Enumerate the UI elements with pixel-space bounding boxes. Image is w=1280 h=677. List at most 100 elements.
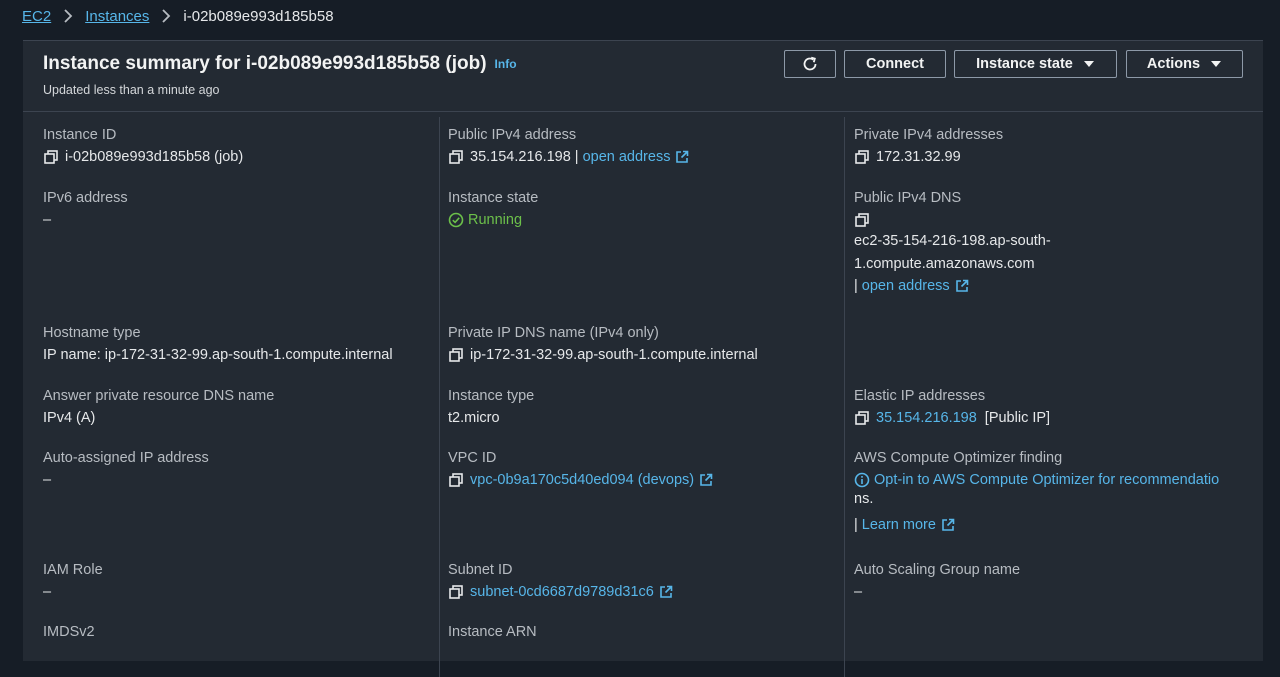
details-column-3: Private IPv4 addresses 172.31.32.99 Publ… [834,112,1263,672]
private-dns-field: Private IP DNS name (IPv4 only) ip-172-3… [448,325,758,363]
external-link-icon[interactable] [659,585,673,599]
public-dns-line-2: 1.compute.amazonaws.com [854,256,1035,272]
optimizer-label: AWS Compute Optimizer finding [854,450,1063,466]
private-dns-value: ip-172-31-32-99.ap-south-1.compute.inter… [470,347,758,363]
vpc-id-link[interactable]: vpc-0b9a170c5d40ed094 (devops) [470,472,694,488]
subnet-id-label: Subnet ID [448,562,513,578]
instance-type-value: t2.micro [448,410,500,426]
elastic-ip-suffix: [Public IP] [984,410,1051,426]
caret-down-icon [1210,60,1222,68]
copy-icon[interactable] [448,584,464,600]
copy-icon[interactable] [854,410,870,426]
instance-id-value: i-02b089e993d185b58 (job) [65,149,244,165]
instance-state-dropdown[interactable]: Instance state [954,50,1117,78]
instance-state-field-label: Instance state [448,190,539,206]
instance-id-label: Instance ID [43,127,117,143]
info-link[interactable]: Info [495,57,517,71]
actions-label: Actions [1146,56,1201,72]
vpc-id-label: VPC ID [448,450,497,466]
separator: | [854,517,858,533]
instance-arn-label: Instance ARN [448,624,537,640]
elastic-ip-link[interactable]: 35.154.216.198 [876,410,977,426]
connect-button[interactable]: Connect [844,50,946,78]
private-dns-label: Private IP DNS name (IPv4 only) [448,325,659,341]
details-column-1: Instance ID i-02b089e993d185b58 (job) IP… [23,112,439,672]
refresh-button[interactable] [784,50,836,78]
subnet-id-field: Subnet ID subnet-0cd6687d9789d31c6 [448,562,673,600]
instance-type-label: Instance type [448,388,535,404]
hostname-type-field: Hostname type IP name: ip-172-31-32-99.a… [43,325,393,363]
iam-role-field: IAM Role – [43,562,103,600]
copy-icon[interactable] [448,347,464,363]
updated-timestamp: Updated less than a minute ago [43,83,220,97]
breadcrumb-current: i-02b089e993d185b58 [183,7,334,25]
elastic-ip-label: Elastic IP addresses [854,388,986,404]
open-dns-address-link[interactable]: open address [862,278,950,294]
hostname-type-label: Hostname type [43,325,141,341]
optimizer-field: AWS Compute Optimizer finding Opt-in to … [854,450,1219,533]
private-ipv4-field: Private IPv4 addresses 172.31.32.99 [854,127,1003,165]
auto-ip-value: – [43,472,52,488]
iam-role-value: – [43,584,52,600]
details-column-2: Public IPv4 address 35.154.216.198 | ope… [428,112,833,672]
breadcrumb-instances-link[interactable]: Instances [85,8,149,25]
copy-icon[interactable] [43,149,59,165]
instance-state-label: Instance state [976,56,1073,72]
subnet-id-link[interactable]: subnet-0cd6687d9789d31c6 [470,584,654,600]
ipv6-label: IPv6 address [43,190,128,206]
copy-icon[interactable] [448,149,464,165]
imdsv2-field: IMDSv2 [43,624,95,640]
check-circle-icon [448,212,464,228]
auto-ip-label: Auto-assigned IP address [43,450,209,466]
answer-dns-field: Answer private resource DNS name IPv4 (A… [43,388,274,426]
instance-type-field: Instance type t2.micro [448,388,534,426]
learn-more-link[interactable]: Learn more [862,517,936,533]
auto-ip-field: Auto-assigned IP address – [43,450,209,488]
breadcrumb: EC2 Instances i-02b089e993d185b58 [22,6,334,26]
public-ipv4-value: 35.154.216.198 [470,149,571,165]
answer-dns-label: Answer private resource DNS name [43,388,275,404]
external-link-icon[interactable] [955,279,969,293]
asg-name-value: – [854,584,863,600]
refresh-icon [801,55,819,73]
public-dns-line-1: ec2-35-154-216-198.ap-south- [854,233,1051,249]
public-ipv4-label: Public IPv4 address [448,127,577,143]
public-ipv4-field: Public IPv4 address 35.154.216.198 | ope… [448,127,689,165]
answer-dns-value: IPv4 (A) [43,410,96,426]
public-dns-label: Public IPv4 DNS [854,190,962,206]
breadcrumb-ec2-link[interactable]: EC2 [22,8,51,25]
optimizer-opt-in-link-line-2[interactable]: ns. [854,488,1219,511]
asg-name-field: Auto Scaling Group name – [854,562,1020,600]
caret-down-icon [1083,60,1095,68]
copy-icon[interactable] [854,149,870,165]
actions-dropdown[interactable]: Actions [1126,50,1243,78]
external-link-icon[interactable] [941,518,955,532]
elastic-ip-field: Elastic IP addresses 35.154.216.198 [Pub… [854,388,1050,426]
external-link-icon[interactable] [675,150,689,164]
instance-state-value: Running [468,212,523,228]
public-dns-field: Public IPv4 DNS ec2-35-154-216-198.ap-so… [854,190,1051,294]
instance-state-field: Instance state Running [448,190,538,228]
chevron-right-icon [159,9,173,23]
copy-icon[interactable] [448,472,464,488]
hostname-type-value: IP name: ip-172-31-32-99.ap-south-1.comp… [43,347,393,363]
imdsv2-label: IMDSv2 [43,624,95,640]
external-link-icon[interactable] [699,473,713,487]
instance-id-field: Instance ID i-02b089e993d185b58 (job) [43,127,243,165]
separator: | [574,149,579,165]
separator: | [854,278,858,294]
copy-icon[interactable] [854,212,870,228]
vpc-id-field: VPC ID vpc-0b9a170c5d40ed094 (devops) [448,450,713,488]
instance-summary-panel: Instance summary for i-02b089e993d185b58… [23,40,1263,677]
info-circle-icon [854,472,870,488]
asg-name-label: Auto Scaling Group name [854,562,1021,578]
instance-arn-field: Instance ARN [448,624,537,640]
page-title-text: Instance summary for i-02b089e993d185b58… [43,53,487,74]
chevron-right-icon [61,9,75,23]
private-ipv4-label: Private IPv4 addresses [854,127,1004,143]
private-ipv4-value: 172.31.32.99 [876,149,961,165]
panel-header: Instance summary for i-02b089e993d185b58… [23,41,1263,112]
open-public-address-link[interactable]: open address [583,149,671,165]
ipv6-field: IPv6 address – [43,190,128,228]
optimizer-opt-in-link[interactable]: Opt-in to AWS Compute Optimizer for reco… [874,472,1219,488]
